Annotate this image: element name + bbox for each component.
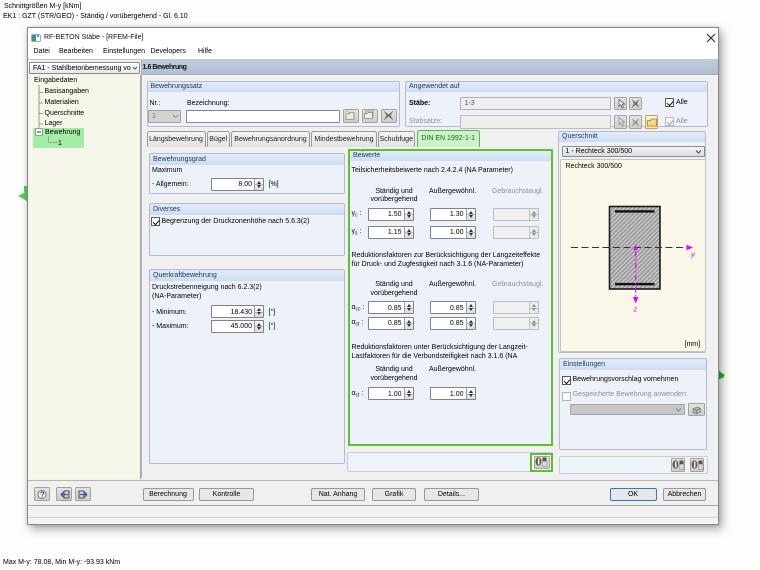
svg-text:y: y [690, 250, 696, 259]
svg-text:?: ? [40, 490, 45, 499]
svg-text:z: z [632, 305, 637, 314]
